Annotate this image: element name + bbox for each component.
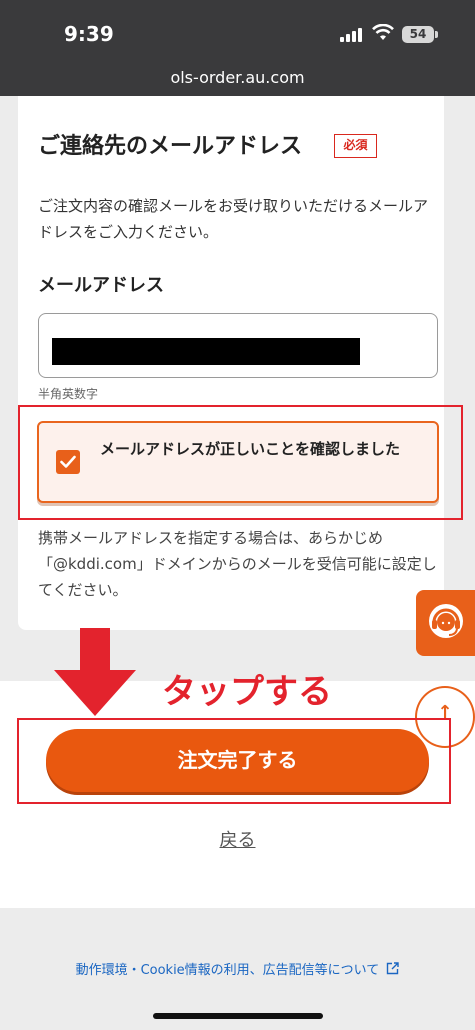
support-chat-button[interactable] <box>416 590 475 656</box>
url-bar[interactable]: ols-order.au.com <box>0 68 475 87</box>
email-confirm-option[interactable] <box>37 421 439 503</box>
check-icon <box>60 455 76 468</box>
clock: 9:39 <box>64 22 114 46</box>
email-confirm-checkbox[interactable] <box>56 450 80 474</box>
back-link[interactable]: 戻る <box>220 830 256 851</box>
down-arrow-annotation-icon <box>54 628 136 716</box>
required-badge: 必須 <box>334 134 377 158</box>
battery-icon: 54 <box>402 26 438 43</box>
operator-headset-icon <box>429 604 463 638</box>
home-indicator <box>153 1013 323 1019</box>
mobile-mail-note: 携帯メールアドレスを指定する場合は、あらかじめ「@kddi.com」ドメインから… <box>38 529 437 599</box>
footer-link[interactable]: 動作環境・Cookie情報の利用、広告配信等について <box>0 959 475 978</box>
complete-order-button[interactable]: 注文完了する <box>46 729 429 792</box>
back-link-row: 戻る <box>0 826 475 852</box>
status-bar: 9:39 54 ols-order.au.com <box>0 0 475 96</box>
section-description: ご注文内容の確認メールをお受け取りいただけるメールアドレスをご入力ください。 <box>38 197 429 241</box>
footer-link-text[interactable]: 動作環境・Cookie情報の利用、広告配信等について <box>76 963 380 978</box>
wifi-icon <box>372 24 394 40</box>
email-confirm-label[interactable]: メールアドレスが正しいことを確認しました <box>100 438 430 461</box>
email-field-label: メールアドレス <box>38 275 164 296</box>
tap-instruction-label: タップする <box>162 672 332 712</box>
email-hint: 半角英数字 <box>38 387 99 401</box>
cellular-signal-icon <box>340 28 362 42</box>
redacted-email-value <box>52 338 360 365</box>
section-title: ご連絡先のメールアドレス <box>38 134 303 159</box>
external-link-icon <box>387 962 400 975</box>
